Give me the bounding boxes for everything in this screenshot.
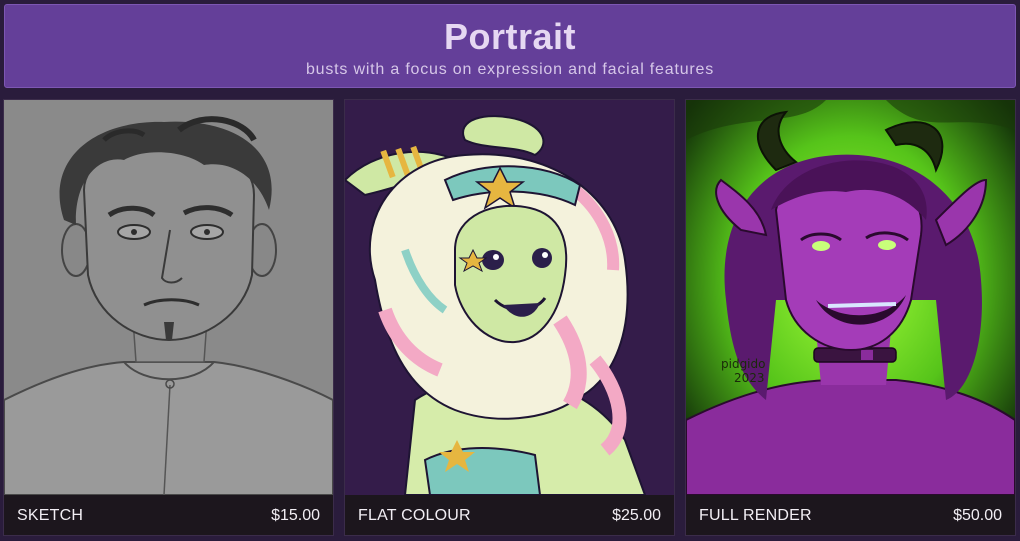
- section-header: Portrait busts with a focus on expressio…: [4, 4, 1016, 88]
- sketch-portrait-image: [4, 100, 333, 495]
- tier-name: SKETCH: [17, 507, 84, 524]
- price-sheet: Portrait busts with a focus on expressio…: [0, 0, 1020, 541]
- tier-card-sketch[interactable]: SKETCH $15.00: [3, 99, 334, 536]
- tier-name: FLAT COLOUR: [358, 507, 471, 524]
- tier-card-full-render[interactable]: pidgido 2023 FULL RENDER $50.00: [685, 99, 1016, 536]
- page-subtitle: busts with a focus on expression and fac…: [305, 61, 715, 78]
- tier-price: $50.00: [953, 507, 1002, 524]
- tier-card-flat-colour[interactable]: FLAT COLOUR $25.00: [344, 99, 675, 536]
- tier-price: $15.00: [271, 507, 320, 524]
- artist-signature: pidgido: [721, 357, 765, 371]
- tier-price: $25.00: [612, 507, 661, 524]
- card-footer: FULL RENDER $50.00: [686, 495, 1015, 535]
- svg-text:2023: 2023: [734, 371, 765, 385]
- page-title: Portrait: [443, 16, 577, 57]
- card-footer: SKETCH $15.00: [4, 495, 333, 535]
- full-render-portrait-image: pidgido 2023: [686, 100, 1015, 495]
- card-footer: FLAT COLOUR $25.00: [345, 495, 674, 535]
- flat-colour-portrait-image: [345, 100, 674, 495]
- tier-name: FULL RENDER: [699, 507, 812, 524]
